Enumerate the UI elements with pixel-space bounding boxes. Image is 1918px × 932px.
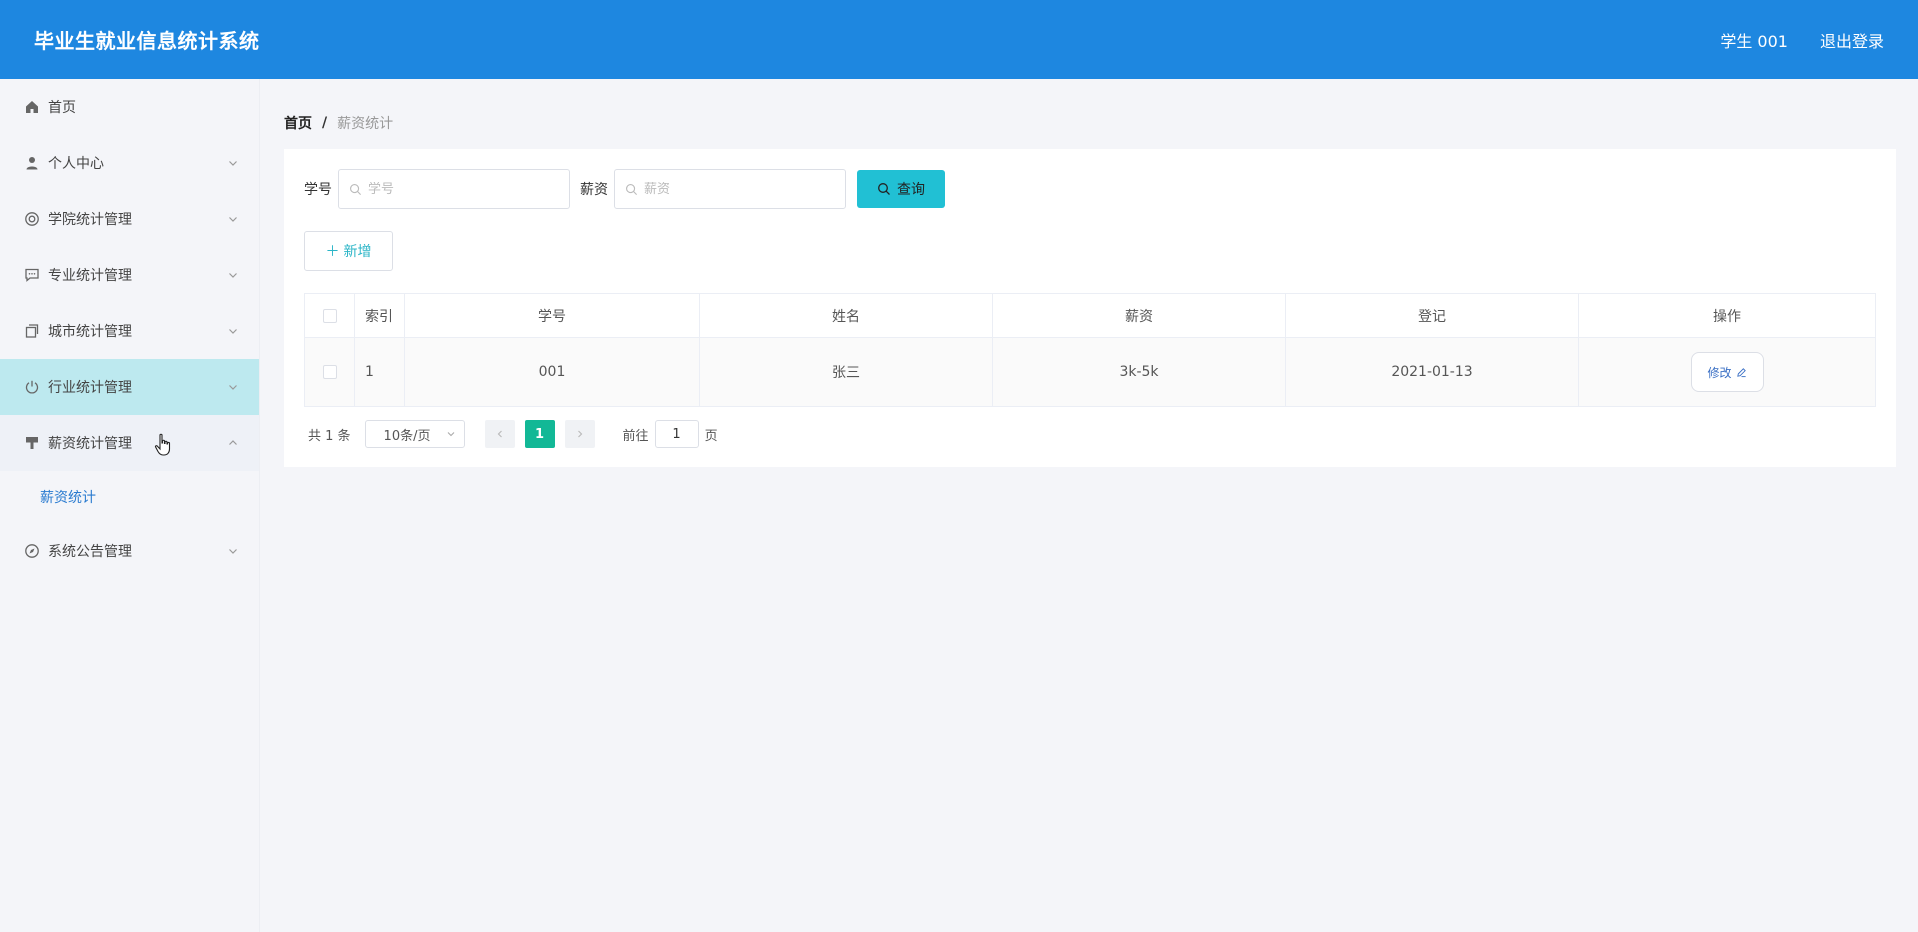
sidebar-item-label: 行业统计管理 <box>48 380 132 396</box>
goto-page-input[interactable] <box>654 420 699 448</box>
sidebar-item-major-stats[interactable]: 专业统计管理 <box>0 247 259 303</box>
pagination-total: 共 1 条 <box>308 428 351 444</box>
sidebar-item-label: 专业统计管理 <box>48 268 132 284</box>
next-page-button[interactable] <box>564 420 595 448</box>
goto-suffix: 页 <box>704 428 718 444</box>
main-card: 学号 薪资 查询 ＋ 新增 索引 学号 姓名 薪资 登记 操作 <box>284 149 1896 467</box>
table-header-row: 索引 学号 姓名 薪资 登记 操作 <box>305 294 1875 338</box>
chevron-down-icon <box>227 157 239 169</box>
logout-link[interactable]: 退出登录 <box>1820 28 1884 52</box>
hand-pointer-icon <box>154 433 172 457</box>
page-size-select[interactable]: 10条/页 <box>364 420 465 448</box>
chevron-down-icon <box>227 213 239 225</box>
row-select <box>305 338 355 406</box>
power-icon <box>24 379 40 395</box>
pencil-icon <box>1736 367 1746 377</box>
search-icon <box>626 183 638 195</box>
sidebar-item-city-stats[interactable]: 城市统计管理 <box>0 303 259 359</box>
column-header-student-id: 学号 <box>405 294 700 337</box>
sidebar: 首页 个人中心 学院统计管理 专业统计管理 城市统计管理 行业统计管理 薪资统计… <box>0 79 260 932</box>
goto-prefix: 前往 <box>622 428 649 444</box>
edit-button-label: 修改 <box>1707 365 1732 380</box>
add-button-label: 新增 <box>343 243 372 259</box>
app-title: 毕业生就业信息统计系统 <box>34 29 260 53</box>
sidebar-item-label: 系统公告管理 <box>48 544 132 560</box>
breadcrumb-current: 薪资统计 <box>337 116 394 132</box>
salary-label: 薪资 <box>580 182 608 198</box>
search-icon <box>350 183 362 195</box>
sidebar-item-personal-center[interactable]: 个人中心 <box>0 135 259 191</box>
sidebar-item-label: 学院统计管理 <box>48 212 132 228</box>
sidebar-item-label: 薪资统计管理 <box>48 436 132 452</box>
header-select-all <box>305 294 355 337</box>
edit-button[interactable]: 修改 <box>1690 352 1764 392</box>
chevron-left-icon <box>497 430 502 438</box>
student-id-label: 学号 <box>304 182 332 198</box>
student-id-field[interactable] <box>338 169 570 209</box>
chevron-up-icon <box>227 437 239 449</box>
chevron-down-icon <box>227 545 239 557</box>
sidebar-item-salary-stats[interactable]: 薪资统计管理 <box>0 415 259 471</box>
salary-table: 索引 学号 姓名 薪资 登记 操作 1 001 张三 3k-5k 2021-01… <box>304 293 1876 407</box>
home-icon <box>24 99 40 115</box>
sidebar-item-label: 个人中心 <box>48 156 104 172</box>
page-size-value: 10条/页 <box>383 428 431 444</box>
copy-icon <box>24 323 40 339</box>
lifebuoy-icon <box>24 211 40 227</box>
table-row: 1 001 张三 3k-5k 2021-01-13 修改 <box>305 338 1875 406</box>
page-number-current[interactable]: 1 <box>524 420 555 448</box>
sidebar-item-industry-stats[interactable]: 行业统计管理 <box>0 359 259 415</box>
cell-date: 2021-01-13 <box>1286 338 1579 406</box>
column-header-actions: 操作 <box>1713 308 1741 325</box>
row-checkbox[interactable] <box>322 365 337 379</box>
cell-student-id: 001 <box>405 338 700 406</box>
breadcrumb-separator: / <box>322 115 328 131</box>
prev-page-button[interactable] <box>484 420 515 448</box>
cell-name: 张三 <box>700 338 993 406</box>
top-header: 毕业生就业信息统计系统 学生 001 退出登录 <box>0 0 1918 79</box>
select-all-checkbox[interactable] <box>322 308 337 323</box>
add-button[interactable]: ＋ 新增 <box>304 231 393 271</box>
chevron-down-icon <box>227 269 239 281</box>
sidebar-item-label: 首页 <box>48 100 76 116</box>
brush-icon <box>24 435 40 451</box>
user-icon <box>24 155 40 171</box>
compass-icon <box>24 543 40 559</box>
query-button[interactable]: 查询 <box>857 170 945 208</box>
student-id-input[interactable] <box>368 181 558 197</box>
breadcrumb: 首页 / 薪资统计 <box>284 98 1896 148</box>
salary-field[interactable] <box>614 169 846 209</box>
chevron-down-icon <box>227 381 239 393</box>
column-header-salary: 薪资 <box>993 294 1286 337</box>
search-bar: 学号 薪资 查询 <box>304 169 945 209</box>
column-header-name: 姓名 <box>700 294 993 337</box>
sidebar-item-label: 城市统计管理 <box>48 324 132 340</box>
current-user: 学生 001 <box>1720 31 1788 51</box>
sidebar-item-announcements[interactable]: 系统公告管理 <box>0 523 259 579</box>
salary-input[interactable] <box>644 181 834 197</box>
plus-icon: ＋ <box>325 243 340 259</box>
chat-icon <box>24 267 40 283</box>
breadcrumb-home[interactable]: 首页 <box>284 113 312 133</box>
column-header-index: 索引 <box>355 294 405 337</box>
sidebar-item-college-stats[interactable]: 学院统计管理 <box>0 191 259 247</box>
pagination: 共 1 条 10条/页 1 前往 页 <box>308 420 718 448</box>
cell-salary: 3k-5k <box>993 338 1286 406</box>
chevron-down-icon <box>447 432 454 437</box>
column-header-date: 登记 <box>1286 294 1579 337</box>
query-button-label: 查询 <box>897 181 925 197</box>
search-icon <box>878 183 890 195</box>
chevron-right-icon <box>577 430 582 438</box>
cell-index: 1 <box>355 338 405 406</box>
sidebar-subitem-salary-stats[interactable]: 薪资统计 <box>0 471 259 523</box>
sidebar-item-home[interactable]: 首页 <box>0 79 259 135</box>
chevron-down-icon <box>227 325 239 337</box>
header-actions: 学生 001 退出登录 <box>1720 28 1884 52</box>
cell-actions: 修改 <box>1579 338 1875 406</box>
